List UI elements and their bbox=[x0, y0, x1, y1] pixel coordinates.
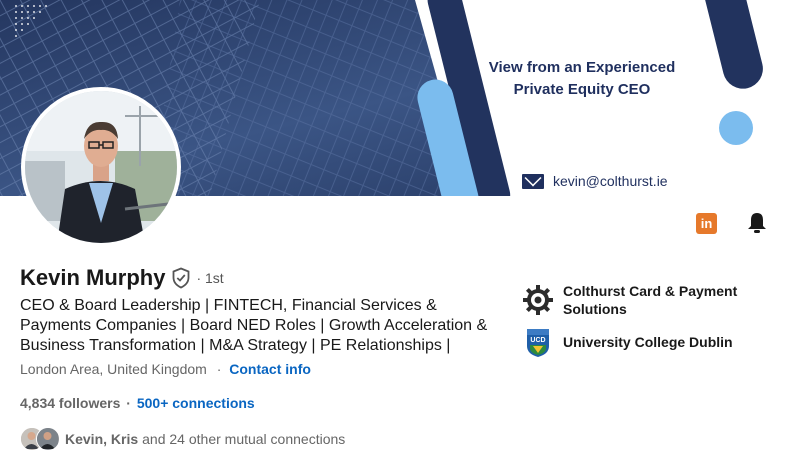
mutual-avatar bbox=[36, 427, 60, 451]
stats-separator: · bbox=[126, 395, 131, 411]
followers-count[interactable]: 4,834 followers bbox=[20, 395, 120, 411]
contact-info-link[interactable]: Contact info bbox=[229, 361, 311, 377]
education-school[interactable]: UCD University College Dublin bbox=[522, 326, 773, 358]
mutual-names: Kevin, Kris bbox=[65, 431, 139, 447]
ucd-crest-icon: UCD bbox=[527, 329, 549, 357]
mail-icon bbox=[522, 173, 544, 189]
name-row: Kevin Murphy · 1st bbox=[20, 265, 224, 291]
banner-email-text: kevin@colthurst.ie bbox=[553, 173, 668, 189]
profile-name: Kevin Murphy bbox=[20, 265, 166, 290]
banner-email: kevin@colthurst.ie bbox=[522, 173, 668, 189]
location-separator: · bbox=[216, 361, 222, 377]
stats-row: 4,834 followers · 500+ connections bbox=[20, 395, 255, 411]
bell-icon[interactable] bbox=[746, 211, 768, 235]
gear-logo-icon bbox=[523, 285, 553, 315]
mutual-avatars bbox=[20, 427, 62, 451]
company-name: Colthurst Card & Payment Solutions bbox=[563, 283, 738, 317]
verified-shield-icon[interactable] bbox=[171, 267, 191, 289]
svg-text:UCD: UCD bbox=[530, 337, 545, 344]
banner-tagline-line1: View from an Experienced bbox=[488, 59, 676, 76]
avatar-photo bbox=[25, 91, 177, 243]
school-name: University College Dublin bbox=[563, 334, 733, 350]
linkedin-icon[interactable]: in bbox=[696, 213, 717, 234]
profile-location: London Area, United Kingdom bbox=[20, 361, 207, 377]
connections-link[interactable]: 500+ connections bbox=[137, 395, 255, 411]
banner-tagline: View from an Experienced Private Equity … bbox=[466, 57, 698, 101]
mutual-connections[interactable]: Kevin, Kris and 24 other mutual connecti… bbox=[20, 427, 345, 451]
connection-degree: · 1st bbox=[196, 270, 224, 286]
mutual-rest: and 24 other mutual connections bbox=[142, 431, 346, 447]
profile-headline: CEO & Board Leadership | FINTECH, Financ… bbox=[20, 297, 488, 354]
current-company[interactable]: Colthurst Card & Payment Solutions bbox=[522, 282, 773, 318]
location-row: London Area, United Kingdom · Contact in… bbox=[20, 361, 311, 377]
profile-avatar[interactable] bbox=[21, 87, 181, 247]
banner-tagline-line2: Private Equity CEO bbox=[513, 81, 651, 98]
